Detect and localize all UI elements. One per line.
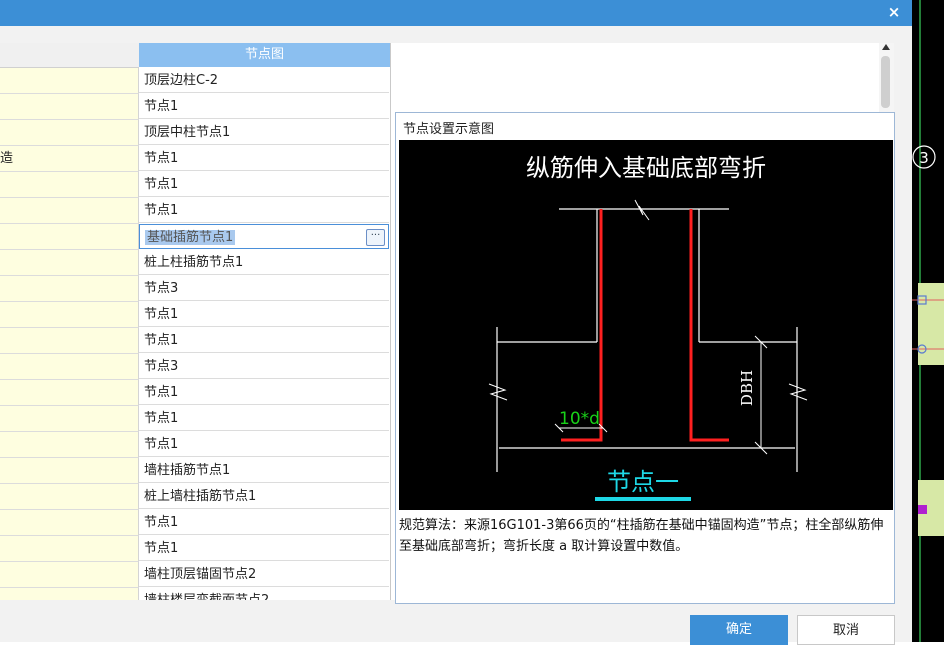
grid-cell-node[interactable]: 节点1 (139, 510, 389, 535)
table-row[interactable]: 节点1 (0, 94, 390, 120)
table-row[interactable]: 桩上柱插筋节点1 (0, 250, 390, 276)
grid-header-left (0, 43, 139, 68)
table-row[interactable]: 节点1 (0, 406, 390, 432)
table-row[interactable]: 节点1 (0, 380, 390, 406)
ok-button[interactable]: 确定 (690, 615, 788, 645)
table-row[interactable]: 基础插筋节点1 ··· (0, 224, 390, 250)
grid-cell-node[interactable]: 桩上柱插筋节点1 (139, 250, 389, 275)
grid-cell-name (0, 120, 139, 146)
scroll-thumb[interactable] (881, 56, 890, 108)
table-row[interactable]: 顶层中柱节点1 (0, 120, 390, 146)
rebar-left (561, 209, 603, 442)
grid-cell-node[interactable]: 节点1 (139, 406, 389, 431)
grid-cell-node[interactable]: 顶层中柱节点1 (139, 120, 389, 145)
node-settings-dialog: 节点图 顶层边柱C-2 节点1 顶层中柱节点1 造节点1 节点1 节点1 基础插筋节点1 ··… (0, 26, 912, 645)
grid-cell-node[interactable]: 节点1 (139, 198, 389, 223)
scroll-up-icon[interactable] (882, 44, 890, 50)
table-row[interactable]: 节点1 (0, 510, 390, 536)
grid-cell-name (0, 406, 139, 432)
node-label-underline (595, 497, 691, 501)
grid-cell-name: 造 (0, 146, 139, 172)
axis-marker-number: 3 (919, 149, 929, 167)
grid-cell-node[interactable]: 墙柱楼层变截面节点2 (139, 588, 389, 600)
break-symbol-right (788, 383, 808, 401)
grid-cell-name (0, 536, 139, 562)
grid-cell-name (0, 380, 139, 406)
grid-cell-node[interactable]: 节点1 (139, 328, 389, 353)
grid-cell-node[interactable]: 墙柱顶层锚固节点2 (139, 562, 389, 587)
grid-cell-node[interactable]: 节点1 (139, 146, 389, 171)
node-label: 节点一 (607, 468, 679, 496)
grid-cell-name (0, 562, 139, 588)
grip-square-2 (918, 505, 927, 514)
grid-cell-node[interactable]: 节点1 (139, 432, 389, 457)
table-row[interactable]: 墙柱楼层变截面节点2 (0, 588, 390, 600)
dbh-label: DBH (738, 370, 756, 406)
table-row[interactable]: 节点1 (0, 432, 390, 458)
grid-cell-name (0, 250, 139, 276)
grid-cell-name (0, 510, 139, 536)
break-symbol-top (634, 199, 650, 221)
grid-cell-name (0, 68, 139, 94)
table-row[interactable]: 顶层边柱C-2 (0, 68, 390, 94)
grid-cell-name (0, 224, 139, 250)
rebar-right (689, 209, 729, 442)
title-bar: × (0, 0, 912, 26)
grid-cell-node[interactable]: 基础插筋节点1 ··· (139, 224, 389, 249)
diagram-group-title: 节点设置示意图 (403, 122, 495, 137)
grid-cell-name (0, 354, 139, 380)
grid-cell-node[interactable]: 节点1 (139, 536, 389, 561)
table-row[interactable]: 墙柱插筋节点1 (0, 458, 390, 484)
table-row[interactable]: 桩上墙柱插筋节点1 (0, 484, 390, 510)
node-diagram-svg: 纵筋伸入基础底部弯折 DBH 10*d 节点一 (488, 154, 808, 501)
grid-cell-name (0, 328, 139, 354)
table-row[interactable]: 节点3 (0, 276, 390, 302)
grid-cell-name (0, 484, 139, 510)
grid-cell-name (0, 432, 139, 458)
scrollbar[interactable] (879, 43, 894, 113)
table-row[interactable]: 节点1 (0, 198, 390, 224)
bend-length-label: 10*d (559, 409, 600, 429)
table-row[interactable]: 造节点1 (0, 146, 390, 172)
grid-cell-name (0, 302, 139, 328)
grid-cell-node[interactable]: 节点3 (139, 354, 389, 379)
table-row[interactable]: 节点1 (0, 328, 390, 354)
grid-cell-name (0, 276, 139, 302)
node-diagram: 纵筋伸入基础底部弯折 DBH 10*d 节点一 (399, 140, 893, 510)
table-row[interactable]: 墙柱顶层锚固节点2 (0, 562, 390, 588)
grid-header-node: 节点图 (139, 43, 390, 67)
close-icon[interactable]: × (886, 3, 902, 21)
table-row[interactable]: 节点1 (0, 536, 390, 562)
grid-cell-node[interactable]: 节点1 (139, 172, 389, 197)
table-row[interactable]: 节点3 (0, 354, 390, 380)
selected-node-text[interactable]: 基础插筋节点1 (145, 230, 236, 245)
grid-cell-name (0, 94, 139, 120)
ellipsis-button[interactable]: ··· (366, 229, 385, 246)
grid-cell-node[interactable]: 节点1 (139, 94, 389, 119)
grid-cell-name (0, 588, 139, 600)
grid-cell-node[interactable]: 节点3 (139, 276, 389, 301)
grid-cell-node[interactable]: 节点1 (139, 302, 389, 327)
cancel-button[interactable]: 取消 (797, 615, 895, 645)
background-drawing-strip: 3 (912, 0, 944, 642)
grid-cell-node[interactable]: 桩上墙柱插筋节点1 (139, 484, 389, 509)
algorithm-description: 规范算法：来源16G101-3第66页的“柱插筋在基础中锚固构造”节点；柱全部纵… (399, 518, 884, 554)
background-drawing-svg: 3 (912, 0, 944, 642)
grid-cell-node[interactable]: 顶层边柱C-2 (139, 68, 389, 93)
grid-cell-name (0, 172, 139, 198)
grid-cell-name (0, 458, 139, 484)
node-diagram-group: 节点设置示意图 纵筋伸入基础底部弯折 DBH 10*d 节点一 规范算法：来源1… (395, 112, 895, 604)
grid-cell-name (0, 198, 139, 224)
table-row[interactable]: 节点1 (0, 302, 390, 328)
node-grid: 节点图 顶层边柱C-2 节点1 顶层中柱节点1 造节点1 节点1 节点1 基础插筋节点1 ··… (0, 43, 391, 600)
grid-cell-node[interactable]: 节点1 (139, 380, 389, 405)
grid-cell-node[interactable]: 墙柱插筋节点1 (139, 458, 389, 483)
table-row[interactable]: 节点1 (0, 172, 390, 198)
break-symbol-left (488, 383, 508, 401)
diagram-title: 纵筋伸入基础底部弯折 (526, 154, 766, 182)
